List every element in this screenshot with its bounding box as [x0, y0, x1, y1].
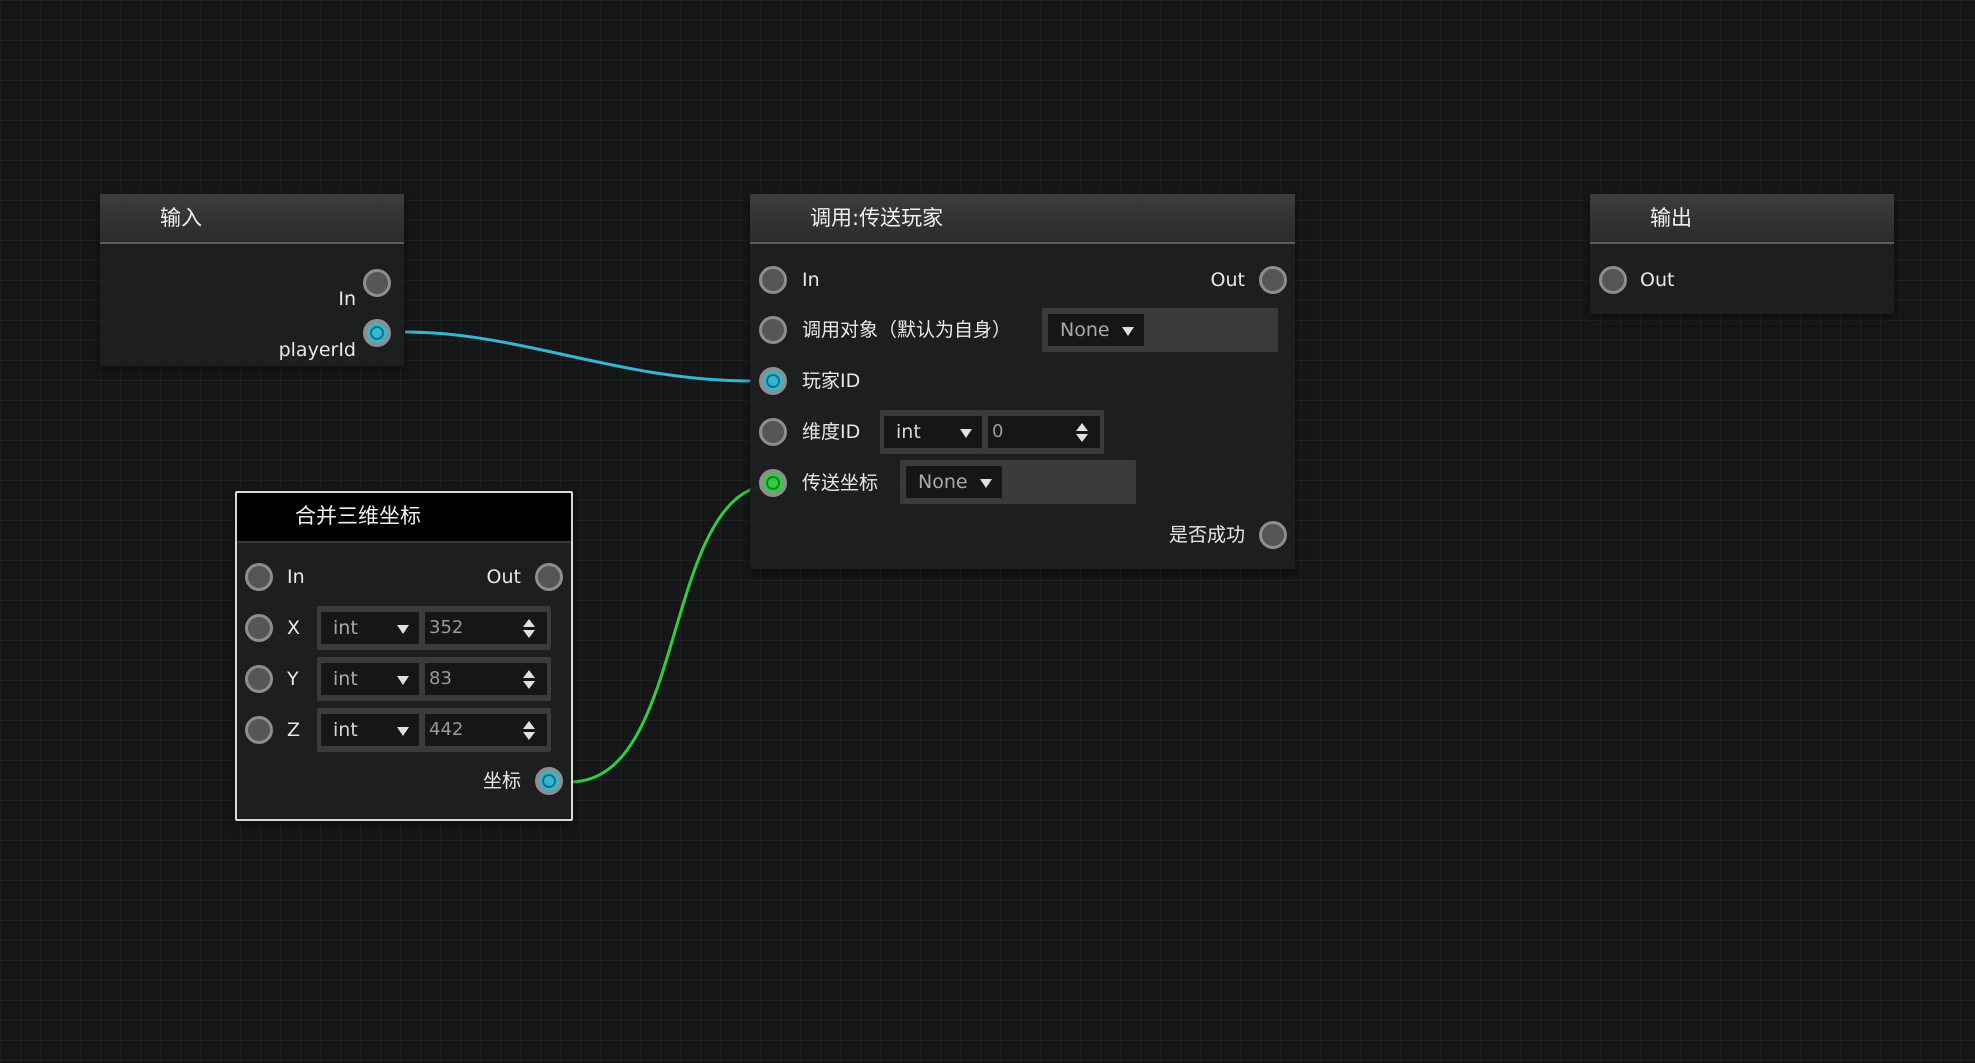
combine-z-value-input[interactable]: 442: [423, 712, 549, 748]
teleport-target-label: 调用对象（默认为自身）: [802, 319, 1012, 341]
teleport-target-port[interactable]: [759, 316, 787, 344]
spin-up-icon[interactable]: [523, 619, 535, 627]
teleport-position-label: 传送坐标: [802, 472, 879, 494]
combine-coord-label: 坐标: [482, 770, 521, 792]
teleport-target-select-value: None: [1060, 319, 1110, 341]
input-playerid-label: playerId: [278, 339, 356, 361]
combine-coord-title[interactable]: 合并三维坐标: [237, 493, 571, 543]
combine-z-value: 442: [429, 719, 464, 740]
output-out-label: Out: [1640, 269, 1675, 291]
combine-z-type-value: int: [333, 719, 358, 741]
teleport-playerid-label: 玩家ID: [802, 370, 861, 392]
chevron-down-icon: [397, 625, 409, 634]
output-out-port[interactable]: [1599, 266, 1627, 294]
teleport-target-select[interactable]: None: [1046, 312, 1146, 348]
chevron-down-icon: [980, 479, 992, 488]
combine-z-port[interactable]: [245, 716, 273, 744]
combine-coord-port[interactable]: [535, 767, 563, 795]
chevron-down-icon: [397, 727, 409, 736]
combine-out-port[interactable]: [535, 563, 563, 591]
teleport-dimension-type-select[interactable]: int: [882, 414, 984, 450]
teleport-position-select-value: None: [918, 471, 968, 493]
teleport-out-label: Out: [1210, 269, 1245, 291]
teleport-dimension-value-input[interactable]: 0: [986, 414, 1102, 450]
spin-up-icon[interactable]: [523, 670, 535, 678]
combine-x-port[interactable]: [245, 614, 273, 642]
teleport-playerid-port[interactable]: [759, 367, 787, 395]
combine-x-value: 352: [429, 617, 464, 638]
spin-down-icon[interactable]: [523, 630, 535, 638]
combine-z-label: Z: [287, 719, 301, 741]
teleport-in-port[interactable]: [759, 266, 787, 294]
combine-x-type-select[interactable]: int: [319, 610, 421, 646]
teleport-dimension-port[interactable]: [759, 418, 787, 446]
chevron-down-icon: [1122, 327, 1134, 336]
combine-out-label: Out: [486, 566, 521, 588]
combine-y-port[interactable]: [245, 665, 273, 693]
teleport-success-port[interactable]: [1259, 521, 1287, 549]
spin-down-icon[interactable]: [1076, 434, 1088, 442]
input-node[interactable]: 输入 In playerId: [100, 194, 404, 366]
teleport-dimension-type-value: int: [896, 421, 921, 443]
combine-in-port[interactable]: [245, 563, 273, 591]
combine-x-label: X: [287, 617, 301, 639]
combine-y-type-select[interactable]: int: [319, 661, 421, 697]
spin-down-icon[interactable]: [523, 732, 535, 740]
combine-y-value: 83: [429, 668, 452, 689]
combine-coord-node[interactable]: 合并三维坐标 In Out X int 352 Y int 83 Z int 4…: [235, 491, 573, 821]
combine-y-value-input[interactable]: 83: [423, 661, 549, 697]
spin-up-icon[interactable]: [1076, 423, 1088, 431]
teleport-in-label: In: [802, 269, 820, 291]
teleport-node[interactable]: 调用:传送玩家 In Out 调用对象（默认为自身） None 玩家ID 维度I…: [750, 194, 1295, 569]
teleport-out-port[interactable]: [1259, 266, 1287, 294]
teleport-position-port[interactable]: [759, 469, 787, 497]
spin-down-icon[interactable]: [523, 681, 535, 689]
wire-coord-to-position[interactable]: [569, 482, 777, 784]
teleport-dimension-value: 0: [992, 421, 1004, 442]
chevron-down-icon: [960, 429, 972, 438]
input-node-title[interactable]: 输入: [100, 194, 404, 244]
output-node-title[interactable]: 输出: [1590, 194, 1894, 244]
teleport-node-title[interactable]: 调用:传送玩家: [750, 194, 1295, 244]
wire-playerid-to-player-id[interactable]: [404, 330, 753, 383]
output-node[interactable]: 输出 Out: [1590, 194, 1894, 314]
combine-y-label: Y: [287, 668, 299, 690]
input-playerid-port[interactable]: [363, 319, 391, 347]
chevron-down-icon: [397, 676, 409, 685]
combine-z-type-select[interactable]: int: [319, 712, 421, 748]
input-in-port[interactable]: [363, 269, 391, 297]
teleport-success-label: 是否成功: [1168, 524, 1245, 546]
combine-x-type-value: int: [333, 617, 358, 639]
combine-y-type-value: int: [333, 668, 358, 690]
combine-x-value-input[interactable]: 352: [423, 610, 549, 646]
input-in-label: In: [338, 288, 356, 310]
teleport-dimension-label: 维度ID: [802, 421, 861, 443]
spin-up-icon[interactable]: [523, 721, 535, 729]
teleport-position-select[interactable]: None: [904, 464, 1004, 500]
combine-in-label: In: [287, 566, 305, 588]
